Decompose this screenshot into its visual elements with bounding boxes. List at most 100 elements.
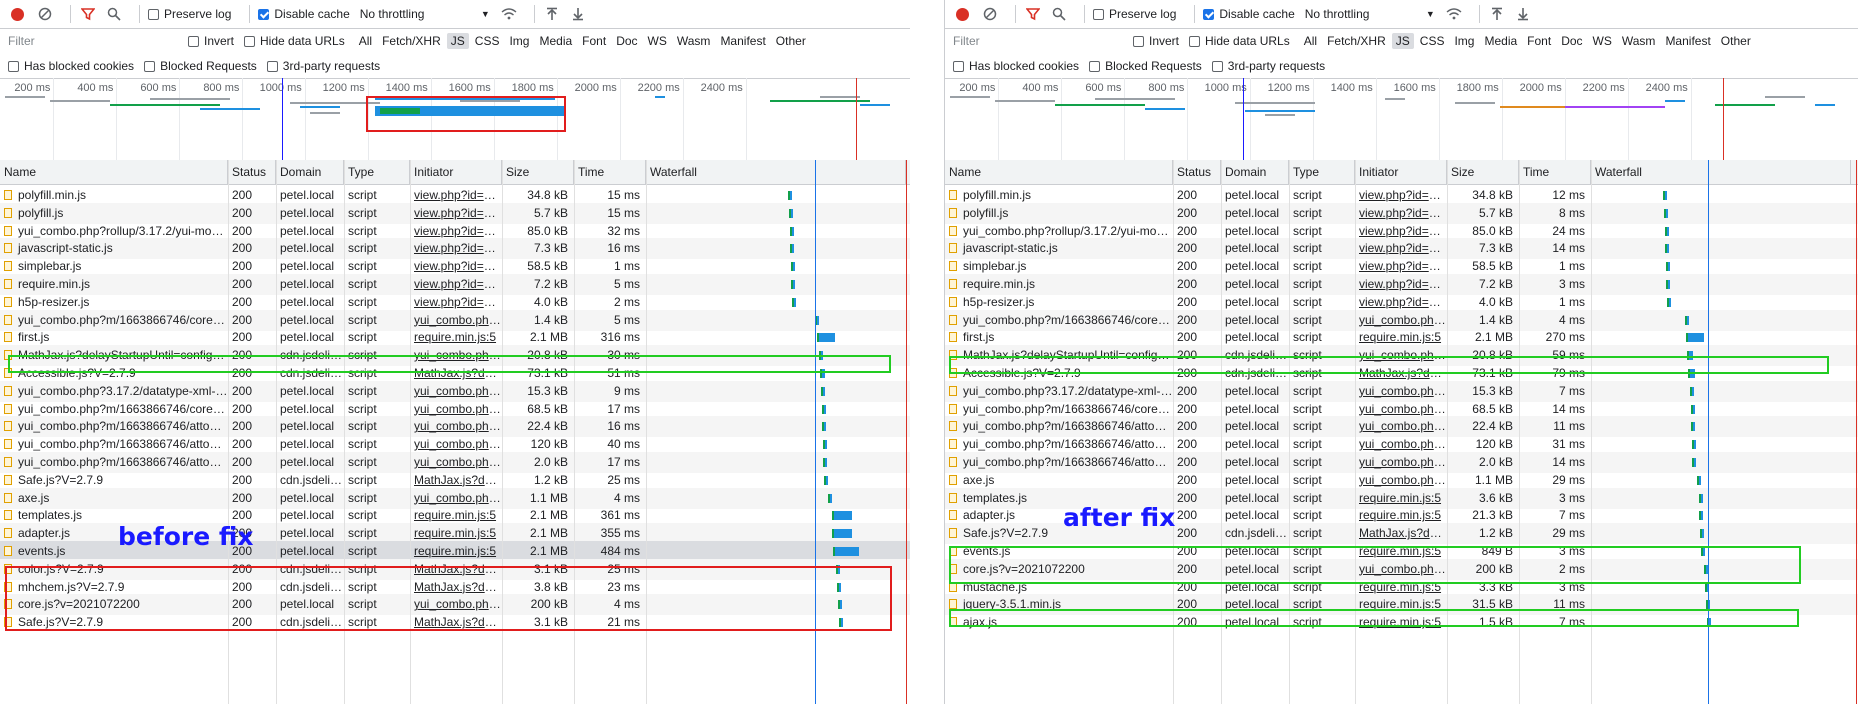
clear-icon[interactable] — [36, 5, 54, 23]
third-party-requests-checkbox[interactable]: 3rd-party requests — [1211, 59, 1325, 73]
type-filter-img[interactable]: Img — [1450, 33, 1478, 49]
filter-input[interactable]: Filter — [6, 32, 176, 50]
export-har-icon[interactable] — [569, 5, 587, 23]
type-filter-font[interactable]: Font — [578, 33, 610, 49]
type-filter-ws[interactable]: WS — [1589, 33, 1616, 49]
column-header-initiator[interactable]: Initiator — [410, 160, 502, 184]
type-filter-doc[interactable]: Doc — [612, 33, 641, 49]
checkbox-icon[interactable] — [148, 8, 159, 20]
column-header-domain[interactable]: Domain — [1221, 160, 1289, 184]
filter-input[interactable]: Filter — [951, 32, 1121, 50]
column-header-time[interactable]: Time — [1519, 160, 1591, 184]
disable-cache-checkbox[interactable]: Disable cache — [258, 7, 350, 21]
has-blocked-cookies-checkbox[interactable]: Has blocked cookies — [953, 59, 1079, 73]
network-conditions-icon[interactable] — [1445, 5, 1463, 23]
network-conditions-icon[interactable] — [500, 5, 518, 23]
disable-cache-checkbox[interactable]: Disable cache — [1203, 7, 1295, 21]
search-icon[interactable] — [105, 5, 123, 23]
type-filter-js[interactable]: JS — [446, 33, 469, 49]
preserve-log-checkbox[interactable]: Preserve log — [148, 7, 231, 21]
has-blocked-cookies-checkbox[interactable]: Has blocked cookies — [8, 59, 134, 73]
record-icon[interactable] — [11, 7, 24, 21]
type-filter-css[interactable]: CSS — [1416, 33, 1449, 49]
clear-icon[interactable] — [981, 5, 999, 23]
column-header-type[interactable]: Type — [344, 160, 410, 184]
throttling-select[interactable]: No throttling ▼ — [360, 7, 490, 21]
overview-tick-label: 2000 ms — [1519, 82, 1562, 94]
checkbox-icon[interactable] — [1189, 35, 1201, 47]
throttling-select[interactable]: No throttling ▼ — [1305, 7, 1435, 21]
invert-checkbox[interactable]: Invert — [188, 34, 234, 48]
type-filter-ws[interactable]: WS — [644, 33, 671, 49]
column-header-status[interactable]: Status — [1173, 160, 1221, 184]
type-filter-fetchxhr[interactable]: Fetch/XHR — [378, 33, 445, 49]
column-header-waterfall[interactable]: Waterfall — [1591, 160, 1851, 184]
filter-icon[interactable] — [1024, 5, 1042, 23]
type-filter-css[interactable]: CSS — [471, 33, 504, 49]
import-har-icon[interactable] — [543, 5, 561, 23]
timeline-overview[interactable]: 200 ms 400 ms 600 ms 800 ms 1000 ms 1200 ms 14… — [945, 78, 1858, 161]
checkbox-icon[interactable] — [144, 60, 156, 72]
checkbox-icon[interactable] — [266, 60, 278, 72]
record-icon[interactable] — [956, 7, 969, 21]
column-header-initiator[interactable]: Initiator — [1355, 160, 1447, 184]
invert-checkbox[interactable]: Invert — [1133, 34, 1179, 48]
column-header-size[interactable]: Size — [1447, 160, 1519, 184]
type-filter-manifest[interactable]: Manifest — [1661, 33, 1714, 49]
checkbox-icon[interactable] — [1133, 35, 1144, 47]
checkbox-checked-icon[interactable] — [1203, 8, 1215, 20]
checkbox-icon[interactable] — [1089, 60, 1101, 72]
column-header-time[interactable]: Time — [574, 160, 646, 184]
type-filter-fetchxhr[interactable]: Fetch/XHR — [1323, 33, 1390, 49]
overview-gridline: 600 ms — [140, 78, 180, 160]
type-filter-other[interactable]: Other — [772, 33, 810, 49]
overview-tick-label: 1600 ms — [448, 82, 491, 94]
search-icon[interactable] — [1050, 5, 1068, 23]
overview-request-bar — [995, 100, 1055, 102]
column-header-waterfall[interactable]: Waterfall — [646, 160, 906, 184]
load-event-line — [1723, 78, 1724, 160]
type-filter-font[interactable]: Font — [1523, 33, 1555, 49]
third-party-requests-checkbox[interactable]: 3rd-party requests — [266, 59, 380, 73]
type-filter-all[interactable]: All — [355, 33, 376, 49]
type-filter-img[interactable]: Img — [505, 33, 533, 49]
request-name: yui_combo.php?m/1663866746/atto_sup... — [18, 437, 228, 452]
type-filter-doc[interactable]: Doc — [1557, 33, 1586, 49]
checkbox-checked-icon[interactable] — [258, 8, 270, 20]
checkbox-icon[interactable] — [953, 60, 964, 72]
type-filter-other[interactable]: Other — [1717, 33, 1755, 49]
column-header-status[interactable]: Status — [228, 160, 276, 184]
column-header-domain[interactable]: Domain — [276, 160, 344, 184]
type-filter-media[interactable]: Media — [535, 33, 576, 49]
type-filter-wasm[interactable]: Wasm — [673, 33, 715, 49]
overview-tick-label: 200 ms — [959, 82, 996, 94]
type-filter-manifest[interactable]: Manifest — [716, 33, 769, 49]
checkbox-icon[interactable] — [8, 60, 19, 72]
waterfall-bar — [823, 458, 827, 467]
filter-icon[interactable] — [79, 5, 97, 23]
type-filter-wasm[interactable]: Wasm — [1618, 33, 1660, 49]
checkbox-icon[interactable] — [244, 35, 256, 47]
overview-tick-label: 1000 ms — [1204, 82, 1247, 94]
blocked-requests-checkbox[interactable]: Blocked Requests — [144, 59, 257, 73]
green-highlight-box — [8, 355, 891, 373]
waterfall-bar — [821, 386, 825, 396]
column-header-type[interactable]: Type — [1289, 160, 1355, 184]
column-header-size[interactable]: Size — [502, 160, 574, 184]
export-har-icon[interactable] — [1514, 5, 1532, 23]
blocked-requests-checkbox[interactable]: Blocked Requests — [1089, 59, 1202, 73]
hide-data-urls-checkbox[interactable]: Hide data URLs — [1189, 34, 1290, 48]
column-header-name[interactable]: Name — [945, 160, 1173, 184]
checkbox-icon[interactable] — [1093, 8, 1104, 20]
checkbox-icon[interactable] — [1211, 60, 1223, 72]
import-har-icon[interactable] — [1488, 5, 1506, 23]
checkbox-icon[interactable] — [188, 35, 199, 47]
column-header-name[interactable]: Name — [0, 160, 228, 184]
type-filter-media[interactable]: Media — [1480, 33, 1521, 49]
waterfall-bar — [790, 226, 794, 236]
overview-tick-label: 2200 ms — [1582, 82, 1625, 94]
hide-data-urls-checkbox[interactable]: Hide data URLs — [244, 34, 345, 48]
type-filter-js[interactable]: JS — [1391, 33, 1414, 49]
type-filter-all[interactable]: All — [1300, 33, 1321, 49]
preserve-log-checkbox[interactable]: Preserve log — [1093, 7, 1176, 21]
